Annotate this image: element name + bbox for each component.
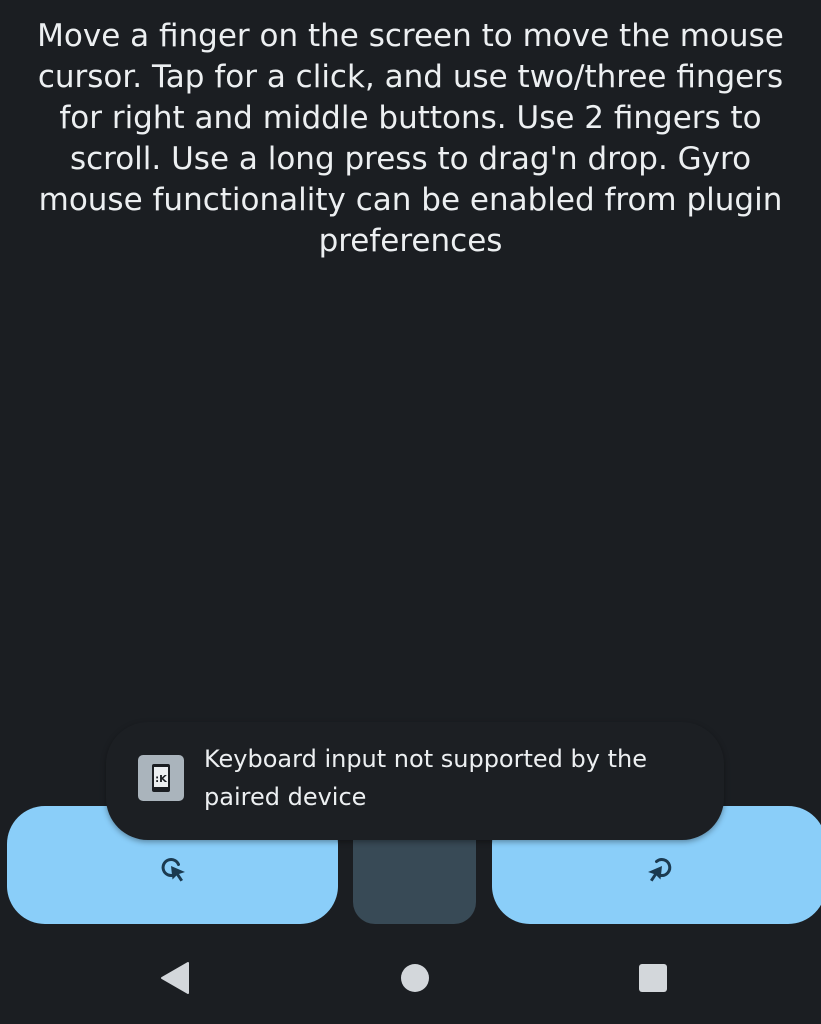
home-circle-icon — [401, 964, 429, 992]
right-click-icon — [648, 858, 672, 882]
svg-text::K: :K — [155, 774, 168, 785]
touchpad-instructions: Move a finger on the screen to move the … — [37, 18, 784, 259]
recents-square-icon — [639, 964, 667, 992]
left-click-icon — [161, 858, 185, 882]
toast-notification: :K Keyboard input not supported by the p… — [106, 722, 724, 840]
system-navigation-bar — [0, 936, 821, 1024]
toast-message: Keyboard input not supported by the pair… — [204, 745, 647, 811]
nav-home-button[interactable] — [370, 936, 460, 1020]
nav-recents-button[interactable] — [608, 936, 698, 1020]
phone-icon: :K — [152, 764, 170, 792]
touchpad-area[interactable]: Move a finger on the screen to move the … — [0, 0, 821, 800]
remote-input-screen: Move a finger on the screen to move the … — [0, 0, 821, 1024]
nav-back-button[interactable] — [130, 936, 220, 1020]
kde-connect-app-icon: :K — [138, 755, 184, 801]
back-triangle-icon — [161, 962, 189, 994]
